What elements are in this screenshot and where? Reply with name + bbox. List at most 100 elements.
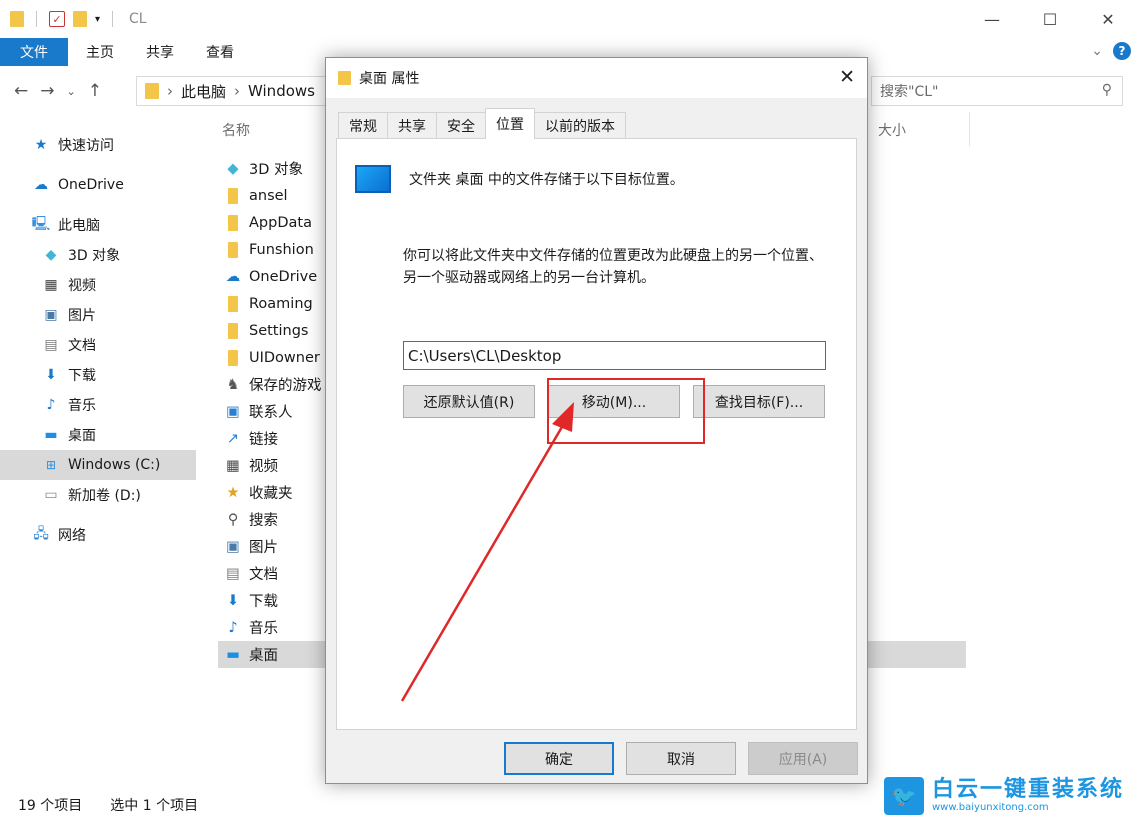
nav-label: 视频 [68,278,96,294]
tab-home[interactable]: 主页 [70,38,130,66]
chevron-down-icon[interactable]: ⌄ [1091,43,1103,59]
tab-view[interactable]: 查看 [190,38,250,66]
cube-icon: ◆ [45,247,57,263]
close-button[interactable]: ✕ [1079,0,1137,38]
picture-icon: ▣ [44,307,58,323]
nav-desktop[interactable]: ▬ 桌面 [0,420,196,450]
find-target-button[interactable]: 查找目标(F)... [693,385,825,418]
nav-label: OneDrive [58,177,124,193]
item-label: 文档 [249,567,278,583]
tab-security[interactable]: 安全 [436,112,486,139]
item-label: Funshion [249,241,314,258]
item-label: 视频 [249,459,278,475]
music-icon: ♪ [228,619,238,636]
selected-count: 选中 1 个项目 [110,798,199,814]
search-placeholder: 搜索"CL" [880,84,939,100]
tab-location[interactable]: 位置 [485,108,535,139]
folder-icon [10,11,24,27]
folder-icon [224,187,242,204]
chevron-right-icon: › [167,82,173,100]
item-label: 3D 对象 [249,162,303,178]
customize-toolbar-icon[interactable]: ▾ [95,14,100,25]
search-input[interactable]: 搜索"CL" ⚲ [871,76,1123,106]
divider [112,11,114,27]
nav-network[interactable]: 🖧 网络 [0,520,196,550]
nav-3d-objects[interactable]: ◆ 3D 对象 [0,240,196,270]
download-icon: ⬇ [226,592,240,609]
nav-this-pc[interactable]: 🖳 此电脑 [0,210,196,240]
drive-icon: ⊞ [45,458,57,472]
nav-windows-c[interactable]: ⊞ Windows (C:) [0,450,196,480]
folder-icon [224,214,242,231]
folder-icon [224,241,242,258]
explorer-titlebar: ✓ ▾ CL — ☐ ✕ [0,0,1137,38]
properties-icon[interactable]: ✓ [49,11,65,27]
network-icon: 🖧 [33,526,49,542]
nav-music[interactable]: ♪ 音乐 [0,390,196,420]
recent-icon[interactable]: ⌄ [67,85,76,98]
nav-onedrive[interactable]: ☁ OneDrive [0,170,196,200]
tab-sharing[interactable]: 共享 [387,112,437,139]
navigation-pane: ★ 快速访问 ☁ OneDrive 🖳 此电脑 ◆ 3D 对象 ▦ 视频 ▣ 图… [0,130,196,550]
cancel-button[interactable]: 取消 [626,742,736,775]
item-label: OneDrive [249,268,318,285]
nav-videos[interactable]: ▦ 视频 [0,270,196,300]
nav-pictures[interactable]: ▣ 图片 [0,300,196,330]
item-label: UIDowner [249,349,320,366]
breadcrumb-windows[interactable]: Windows [248,82,315,100]
item-label: 联系人 [249,405,293,421]
item-label: 收藏夹 [249,486,293,502]
nav-label: 音乐 [68,398,96,414]
window-controls: — ☐ ✕ [963,0,1137,38]
folder-icon [145,83,159,99]
apply-button[interactable]: 应用(A) [748,742,858,775]
search-icon[interactable]: ⚲ [1102,82,1112,98]
nav-downloads[interactable]: ⬇ 下载 [0,360,196,390]
tab-share[interactable]: 共享 [130,38,190,66]
ok-button[interactable]: 确定 [504,742,614,775]
path-input[interactable]: C:\Users\CL\Desktop [403,341,826,370]
maximize-button[interactable]: ☐ [1021,0,1079,38]
item-label: 图片 [249,540,278,556]
picture-icon: ▣ [226,538,240,555]
nav-label: Windows (C:) [68,457,161,473]
back-icon[interactable]: ← [14,81,28,101]
drive-icon: ▭ [44,487,58,503]
nav-new-volume-d[interactable]: ▭ 新加卷 (D:) [0,480,196,510]
item-label: 搜索 [249,513,278,529]
watermark-text: 白云一键重装系统 www.baiyunxitong.com [932,778,1124,814]
column-divider[interactable] [969,112,970,146]
nav-label: 快速访问 [58,138,114,154]
restore-default-button[interactable]: 还原默认值(R) [403,385,535,418]
tab-previous-versions[interactable]: 以前的版本 [534,112,626,139]
tab-file[interactable]: 文件 [0,38,68,66]
cloud-icon: ☁ [34,177,48,193]
nav-documents[interactable]: ▤ 文档 [0,330,196,360]
quick-access-toolbar: ✓ ▾ CL [0,11,147,27]
forward-icon[interactable]: → [40,81,54,101]
nav-label: 桌面 [68,428,96,444]
folder-icon [224,349,242,366]
saved-games-icon: ♞ [226,376,240,393]
minimize-button[interactable]: — [963,0,1021,38]
close-icon[interactable]: ✕ [839,66,855,88]
column-header-name[interactable]: 名称 [222,120,250,140]
dialog-titlebar: 桌面 属性 [326,58,867,98]
column-header-size[interactable]: 大小 [878,120,906,140]
up-icon[interactable]: ↑ [88,81,102,101]
tab-general[interactable]: 常规 [338,112,388,139]
help-icon[interactable]: ? [1113,42,1131,60]
new-folder-icon[interactable] [73,11,87,27]
film-icon: ▦ [226,457,240,474]
nav-quick-access[interactable]: ★ 快速访问 [0,130,196,160]
highlight-box [547,378,705,444]
nav-label: 下载 [68,368,96,384]
item-label: 音乐 [249,621,278,637]
nav-label: 此电脑 [58,218,100,234]
search-icon: ⚲ [227,511,239,528]
desktop-icon [355,165,391,193]
item-label: 保存的游戏 [249,378,322,394]
address-bar[interactable]: › 此电脑 › Windows [136,76,336,106]
nav-label: 新加卷 (D:) [68,488,141,504]
breadcrumb-this-pc[interactable]: 此电脑 [181,81,226,102]
